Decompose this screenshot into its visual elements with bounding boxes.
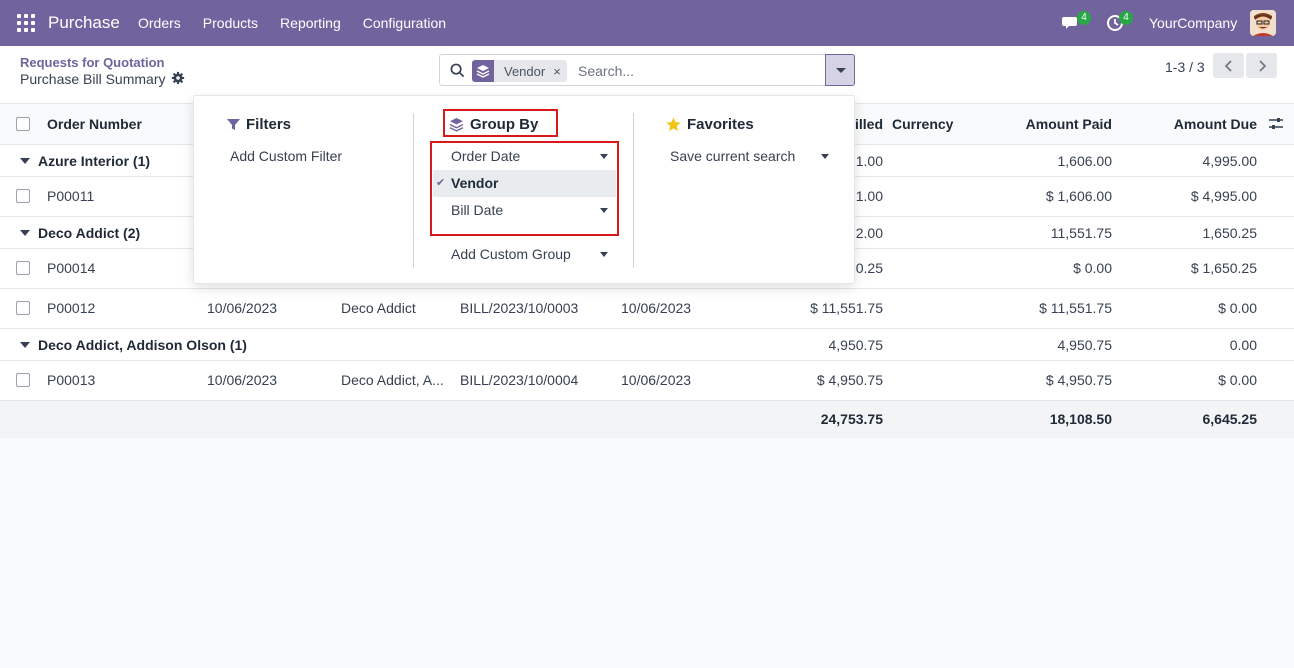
cell-order-date: 10/06/2023 [207,372,278,388]
main-menu: Orders Products Reporting Configuration [138,15,446,31]
caret-down-icon [20,230,30,236]
group-paid: 4,950.75 [1057,337,1113,353]
messages-badge: 4 [1077,11,1091,25]
row-checkbox[interactable] [16,301,30,315]
filter-icon [227,119,240,130]
app-name[interactable]: Purchase [48,13,120,33]
group-label: Azure Interior (1) [38,153,151,169]
group-due: 4,995.00 [1202,153,1258,169]
table-row[interactable]: P00012 10/06/2023 Deco Addict BILL/2023/… [0,289,1294,329]
optional-columns-icon[interactable] [1268,116,1284,132]
cell-paid: $ 0.00 [1073,260,1112,276]
group-due: 0.00 [1229,337,1257,353]
cell-order-number: P00011 [47,188,95,204]
star-icon [666,117,681,131]
group-label: Deco Addict (2) [38,225,141,241]
column-divider [633,113,634,268]
row-checkbox[interactable] [16,189,30,203]
cell-due: $ 4,995.00 [1190,188,1257,204]
cell-paid: $ 4,950.75 [1045,372,1112,388]
cell-due: $ 0.00 [1218,300,1257,316]
chevron-right-icon [1258,59,1266,72]
apps-menu-icon[interactable] [17,14,35,32]
add-custom-filter[interactable]: Add Custom Filter [230,148,342,164]
group-row[interactable]: Deco Addict, Addison Olson (1) 4,950.75 … [0,329,1294,361]
activities-badge: 4 [1119,11,1133,25]
save-current-search[interactable]: Save current search [670,148,795,164]
gear-icon[interactable] [171,71,185,85]
top-navbar: Purchase Orders Products Reporting Confi… [0,0,1294,46]
caret-down-icon[interactable] [600,252,608,257]
search-bar: Vendor × [439,54,826,86]
user-avatar[interactable] [1250,10,1276,36]
caret-down-icon[interactable] [821,154,829,159]
cell-order-date: 10/06/2023 [207,300,278,316]
breadcrumb-parent[interactable]: Requests for Quotation [20,55,164,70]
select-all-checkbox[interactable] [16,117,30,131]
caret-down-icon [836,68,846,73]
breadcrumb-current: Purchase Bill Summary [20,71,166,87]
cell-order-number: P00014 [47,260,96,276]
group-billed: 4,950.75 [828,337,884,353]
search-icon[interactable] [450,63,465,78]
cell-order-number: P00013 [47,372,96,388]
table-footer-totals: 24,753.75 18,108.50 6,645.25 [0,401,1294,438]
search-input[interactable] [578,61,818,81]
cell-vendor: Deco Addict [341,300,416,316]
filters-title: Filters [227,116,291,133]
cell-bill-date: 10/06/2023 [621,372,692,388]
group-by-title-highlight [443,109,558,137]
cell-paid: $ 11,551.75 [1039,300,1112,316]
search-options-toggle[interactable] [825,54,855,86]
menu-reporting[interactable]: Reporting [280,15,341,31]
search-facet-vendor: Vendor × [472,60,567,82]
group-by-options-highlight [430,141,619,236]
cell-vendor: Deco Addict, A... [341,372,444,388]
menu-configuration[interactable]: Configuration [363,15,446,31]
filters-title-text: Filters [246,116,292,133]
facet-remove-button[interactable]: × [553,64,567,79]
caret-down-icon [20,342,30,348]
menu-products[interactable]: Products [203,15,258,31]
row-checkbox[interactable] [16,373,30,387]
layers-icon [472,60,494,82]
pager-previous-button[interactable] [1213,53,1244,78]
favorites-title: Favorites [666,116,754,133]
cell-order-number: P00012 [47,300,96,316]
cell-bill: BILL/2023/10/0003 [460,300,579,316]
group-paid: 1,606.00 [1057,153,1113,169]
column-divider [413,113,414,268]
cell-due: $ 0.00 [1218,372,1257,388]
header-currency[interactable]: Currency [892,116,953,132]
group-label: Deco Addict, Addison Olson (1) [38,337,247,353]
cell-bill-date: 10/06/2023 [621,300,692,316]
favorites-title-text: Favorites [687,116,754,133]
header-amount-due[interactable]: Amount Due [1130,116,1257,132]
add-custom-group[interactable]: Add Custom Group [451,246,571,262]
cell-bill: BILL/2023/10/0004 [460,372,579,388]
company-switcher[interactable]: YourCompany [1149,15,1237,31]
cell-paid: $ 1,606.00 [1045,188,1112,204]
total-billed: 24,753.75 [820,411,883,427]
search-panel-dropdown: Filters Add Custom Filter Group By Order… [193,95,855,284]
total-paid: 18,108.50 [1049,411,1112,427]
cell-billed: $ 11,551.75 [810,300,883,316]
cell-due: $ 1,650.25 [1190,260,1257,276]
menu-orders[interactable]: Orders [138,15,181,31]
pager-value[interactable]: 1-3 / 3 [1165,59,1205,75]
header-order-number[interactable]: Order Number [47,116,142,132]
table-row[interactable]: P00013 10/06/2023 Deco Addict, A... BILL… [0,361,1294,401]
cell-billed: $ 4,950.75 [816,372,883,388]
chevron-left-icon [1224,59,1232,72]
group-due: 1,650.25 [1202,225,1258,241]
total-due: 6,645.25 [1202,411,1258,427]
pager-next-button[interactable] [1246,53,1277,78]
row-checkbox[interactable] [16,261,30,275]
caret-down-icon [20,158,30,164]
header-amount-paid[interactable]: Amount Paid [990,116,1112,132]
group-paid: 11,551.75 [1050,225,1112,241]
facet-label: Vendor [504,63,546,79]
